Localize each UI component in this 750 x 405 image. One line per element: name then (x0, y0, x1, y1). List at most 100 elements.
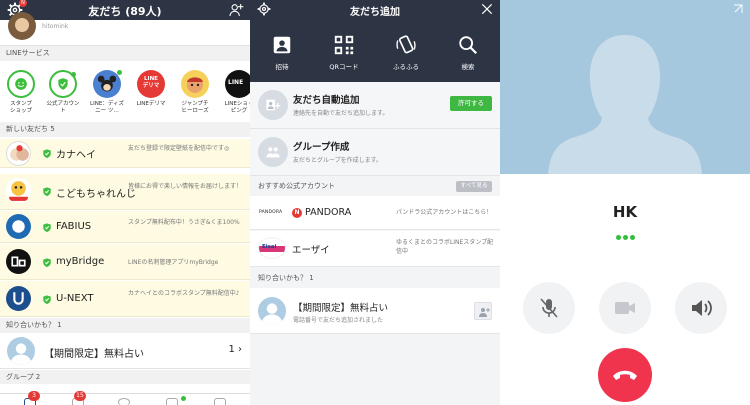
avatar (6, 214, 31, 239)
quick-qr-code[interactable]: QRコード (322, 34, 366, 71)
service-line-shopping[interactable]: LINE LINEショッピング (222, 70, 250, 115)
know-desc: 電話番号で友だち追加されました (293, 317, 384, 324)
auto-add-title: 友だち自動追加 (293, 95, 360, 106)
speaker-button[interactable] (675, 282, 727, 334)
caller-photo-area (500, 0, 750, 174)
quick-label: ふるふる (393, 63, 419, 71)
section-people-you-may-know: 知り合いかも？ 1 (0, 318, 250, 333)
quick-label: 招待 (275, 63, 289, 71)
hang-up-icon (613, 370, 637, 380)
group-desc: 友だちとグループを作成します。 (293, 157, 383, 164)
avatar (6, 286, 31, 311)
avatar (6, 141, 31, 166)
allow-button[interactable]: 許可する (450, 96, 492, 111)
eisai-logo: Eisai (258, 237, 286, 259)
wallet-tab-icon[interactable] (214, 398, 226, 405)
quick-search[interactable]: 検索 (446, 34, 490, 71)
add-friends-screen: 友だち追加 招待 QRコード ふるふる 検索 友だち自動追加 連絡先を自動で友だ… (250, 0, 500, 405)
friend-name: カナヘイ (56, 150, 96, 161)
avatar (258, 297, 286, 325)
service-label: LINEデリマ (136, 101, 166, 107)
quick-invite[interactable]: 招待 (260, 34, 304, 71)
new-dot (71, 72, 76, 77)
friend-name: U-NEXT (56, 293, 94, 304)
friend-desc: LINEの名刺管理アプリmyBridge (128, 259, 219, 266)
delima-icon: LINE デリマ (137, 70, 165, 98)
disney-icon (93, 70, 122, 98)
know-row[interactable]: 【期間限定】無料占い 電話番号で友だち追加されました (250, 288, 500, 334)
game-icon (181, 70, 209, 98)
shield-icon (49, 70, 77, 98)
mute-button[interactable] (523, 282, 575, 334)
add-friend-icon[interactable] (228, 2, 244, 18)
shield-icon (43, 149, 51, 159)
account-row-pandora[interactable]: PANDORA N PANDORA パンドラ公式アカウントはこちら！ (250, 196, 500, 230)
page-title: 友だち (89人) (88, 5, 162, 18)
service-official-accounts[interactable]: 公式アカウント (46, 70, 80, 115)
video-camera-icon (615, 302, 635, 314)
tab-badge-friends: 3 (28, 391, 40, 401)
section-recommended-label: おすすめ公式アカウント (258, 182, 335, 190)
quick-shake[interactable]: ふるふる (384, 34, 428, 71)
friend-name: FABIUS (56, 221, 92, 232)
new-dot (117, 70, 122, 75)
friend-name: こどもちゃれんじ (56, 189, 136, 200)
quick-label: 検索 (461, 63, 475, 71)
add-friends-header: 友だち追加 招待 QRコード ふるふる 検索 (250, 0, 500, 82)
auto-add-icon (258, 90, 288, 120)
account-desc: ゆるくまとのコラボLINEスタンプ配信中 (396, 239, 494, 255)
new-dot (181, 396, 186, 401)
avatar (8, 12, 36, 40)
shopping-logo-text: LINE (228, 79, 244, 86)
account-name-text: PANDORA (305, 207, 352, 218)
friend-row-fabius[interactable]: FABIUS スタンプ無料配布中！うさぎ&くま100% (0, 211, 250, 243)
default-avatar-icon (548, 35, 702, 174)
quick-label: QRコード (329, 63, 359, 71)
profile-id: hitomink (42, 23, 69, 30)
news-tab-icon[interactable] (166, 398, 178, 405)
speaker-icon (692, 300, 712, 316)
service-jumputi[interactable]: ジャンプチ ヒーローズ (178, 70, 212, 115)
add-friend-button[interactable] (474, 302, 492, 320)
friend-row-kanahei[interactable]: カナヘイ 友だち登録で限定壁紙を配信中です◎ (0, 139, 250, 168)
service-sticker-shop[interactable]: スタンプ ショップ (4, 70, 38, 115)
add-friend-icon (479, 308, 490, 317)
account-desc: パンドラ公式アカウントはこちら！ (396, 209, 493, 216)
section-recommended: おすすめ公式アカウント すべて見る (250, 177, 500, 195)
service-delima[interactable]: LINE デリマ LINEデリマ (134, 70, 168, 108)
group-title: グループ作成 (293, 142, 350, 153)
know-row[interactable]: 【期間限定】無料占い 1 › (0, 333, 250, 369)
page-title: 友だち追加 (350, 7, 400, 18)
my-profile-row[interactable]: hitomink (0, 12, 250, 46)
see-all-button[interactable]: すべて見る (456, 181, 492, 192)
avatar (6, 178, 31, 203)
service-disney[interactable]: LINE：ディズニー ツ… (90, 70, 124, 115)
avatar (7, 337, 35, 365)
friends-header: N 友だち (89人) (0, 0, 250, 20)
account-name: N PANDORA (292, 207, 351, 218)
auto-add-row[interactable]: 友だち自動追加 連絡先を自動で友だち追加します。 許可する (250, 82, 500, 129)
call-screen: HK (500, 0, 750, 405)
end-call-button[interactable] (598, 348, 652, 402)
friend-row-mybridge[interactable]: myBridge LINEの名刺管理アプリmyBridge (0, 244, 250, 280)
friend-row-unext[interactable]: U-NEXT カナヘイとのコラボスタンプ無料配信中♪ (0, 281, 250, 317)
know-count: 1 › (228, 344, 242, 355)
microphone-off-icon (540, 298, 558, 318)
auto-add-desc: 連絡先を自動で友だち追加します。 (293, 110, 389, 117)
video-button[interactable] (599, 282, 651, 334)
eisai-logo-text: Eisai (262, 244, 277, 250)
tab-badge-chats: 15 (74, 391, 86, 401)
know-name: 【期間限定】無料占い (293, 303, 389, 314)
account-row-eisai[interactable]: Eisai エーザイ ゆるくまとのコラボLINEスタンプ配信中 (250, 231, 500, 267)
delima-logo-text: LINE デリマ (142, 76, 160, 89)
friend-row-kodomo[interactable]: こどもちゃれんじ 皆様にお得で楽しい情報をお届けします！ (0, 174, 250, 210)
shield-icon (43, 258, 51, 268)
bottom-tab-bar: 3 15 (0, 391, 250, 405)
timeline-tab-icon[interactable] (118, 398, 130, 405)
create-group-row[interactable]: グループ作成 友だちとグループを作成します。 (250, 129, 500, 176)
know-name: 【期間限定】無料占い (44, 349, 144, 360)
friend-desc: 皆様にお得で楽しい情報をお届けします！ (128, 183, 243, 190)
close-icon[interactable] (480, 2, 494, 16)
service-label: スタンプ ショップ (9, 101, 32, 114)
service-label: LINEショッピング (224, 101, 250, 114)
